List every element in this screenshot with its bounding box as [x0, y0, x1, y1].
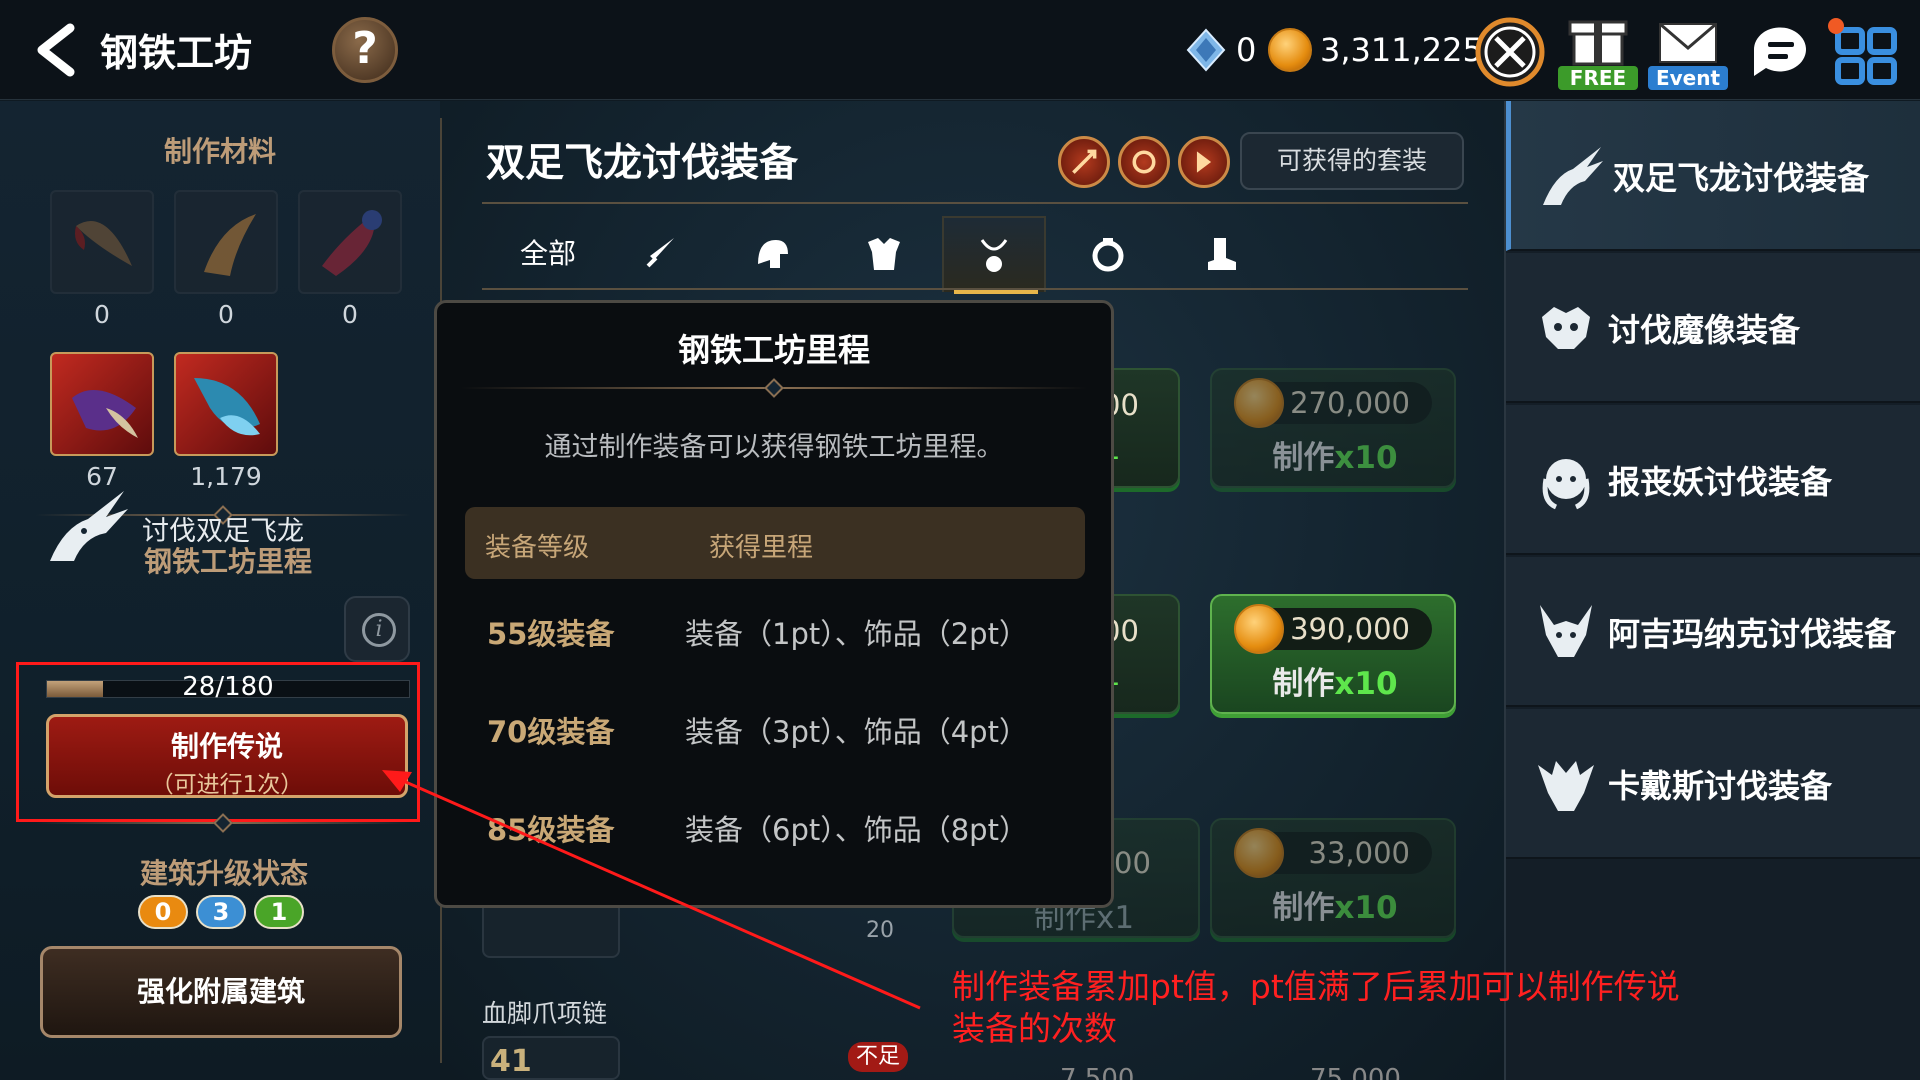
annotation-arrow [382, 770, 921, 1010]
annotation-text: 制作装备累加pt值，pt值满了后累加可以制作传说装备的次数 [952, 967, 1680, 1048]
